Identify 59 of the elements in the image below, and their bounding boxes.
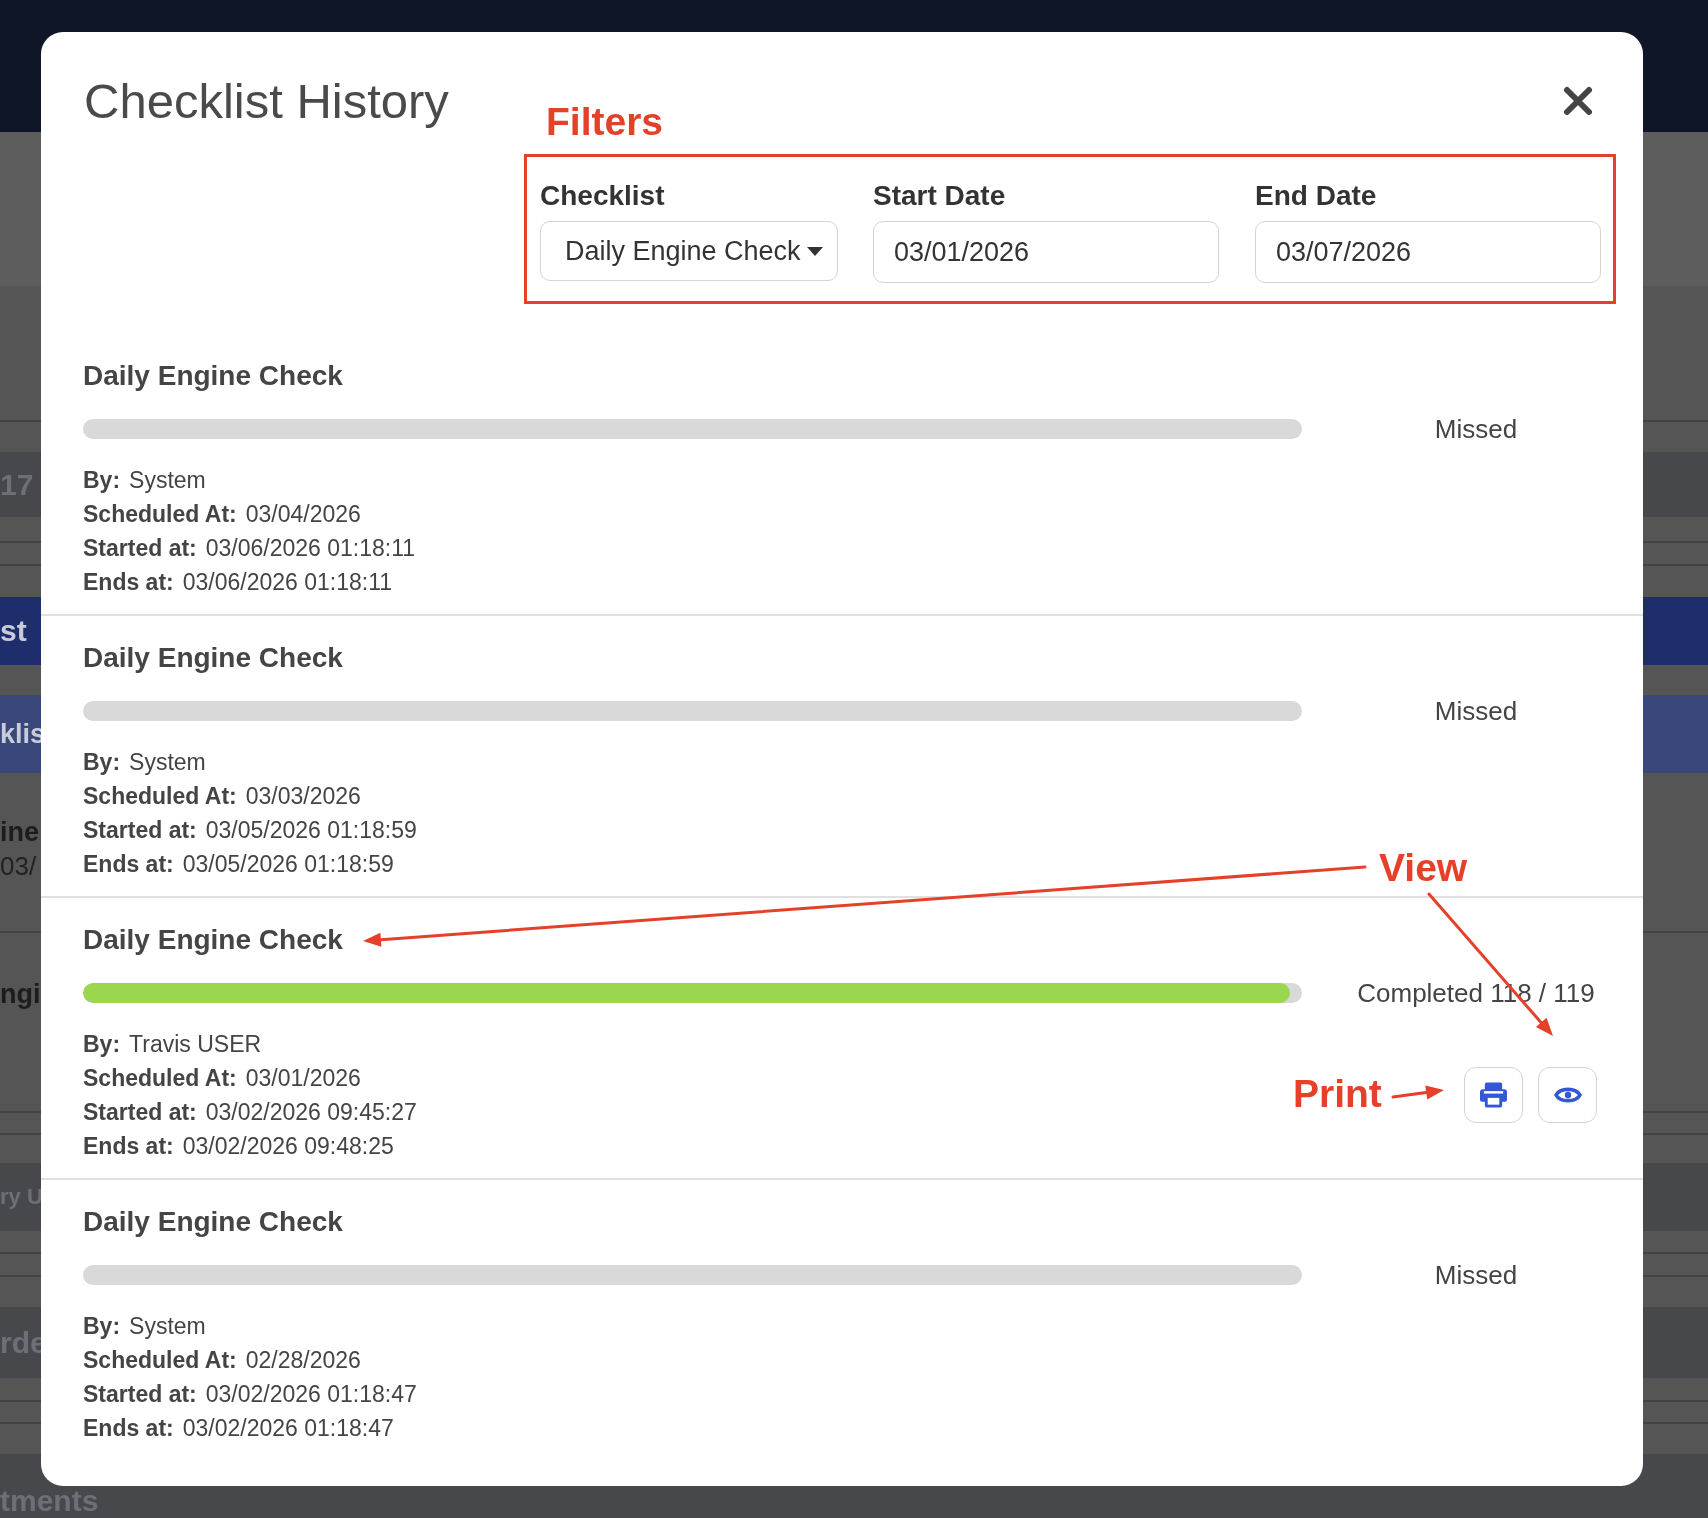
detail-label: Ends at: [83,1132,174,1161]
entry-title[interactable]: Daily Engine Check [83,640,343,676]
detail-value: 03/06/2026 01:18:11 [182,568,393,597]
detail-value: 02/28/2026 [245,1346,361,1375]
status-text: Missed [1434,413,1518,445]
detail-value: 03/05/2026 01:18:59 [205,816,417,845]
detail-label: Started at: [83,1098,197,1127]
detail-label: Started at: [83,1380,197,1409]
detail-label: Scheduled At: [83,1064,237,1093]
date-field[interactable]: 03/01/2026 [873,221,1219,283]
print-button[interactable] [1464,1067,1523,1123]
detail-value: System [129,748,206,777]
detail-value: 03/02/2026 09:45:27 [205,1098,417,1127]
detail-value: System [129,1312,206,1341]
field-label: End Date [1255,179,1377,213]
detail-label: By: [83,466,121,495]
detail-label: Started at: [83,534,197,563]
detail-label: Scheduled At: [83,500,237,529]
field-label: Checklist [540,179,665,213]
printer-icon [1480,1082,1507,1108]
detail-label: By: [83,748,121,777]
detail-label: By: [83,1030,121,1059]
status-text: Missed [1434,1259,1518,1291]
checklist-dropdown[interactable]: Daily Engine Check [540,221,838,281]
annotation-label: Filters [546,102,664,141]
status-text: Missed [1434,695,1518,727]
entry-title[interactable]: Daily Engine Check [83,922,343,958]
background-text: ine [0,816,39,849]
annotation-label: Print [1293,1074,1382,1113]
detail-label: Ends at: [83,850,174,879]
detail-label: Scheduled At: [83,782,237,811]
background-text: ngi [0,978,41,1011]
detail-value: 03/01/2026 [245,1064,361,1093]
modal-title: Checklist History [84,73,449,130]
detail-label: Scheduled At: [83,1346,237,1375]
annotation-arrow [1391,1085,1444,1100]
detail-label: Started at: [83,816,197,845]
detail-label: Ends at: [83,1414,174,1443]
view-button[interactable] [1538,1067,1597,1123]
entry-title[interactable]: Daily Engine Check [83,358,343,394]
detail-value: 03/06/2026 01:18:11 [205,534,416,563]
detail-label: By: [83,1312,121,1341]
annotation-label: View [1379,848,1468,887]
detail-value: System [129,466,206,495]
caret-icon [806,246,823,256]
date-field[interactable]: 03/07/2026 [1255,221,1601,283]
field-label: Start Date [873,179,1006,213]
detail-label: Ends at: [83,568,174,597]
detail-value: 03/03/2026 [245,782,361,811]
detail-value: 03/02/2026 01:18:47 [205,1380,417,1409]
detail-value: 03/05/2026 01:18:59 [182,850,394,879]
eye-icon [1553,1085,1582,1105]
detail-value: 03/02/2026 01:18:47 [182,1414,394,1443]
close-icon[interactable] [1562,85,1594,117]
detail-value: Travis USER [129,1030,262,1059]
entry-title[interactable]: Daily Engine Check [83,1204,343,1240]
detail-value: 03/04/2026 [245,500,361,529]
background-text: st [0,614,27,648]
detail-value: 03/02/2026 09:48:25 [182,1132,394,1161]
